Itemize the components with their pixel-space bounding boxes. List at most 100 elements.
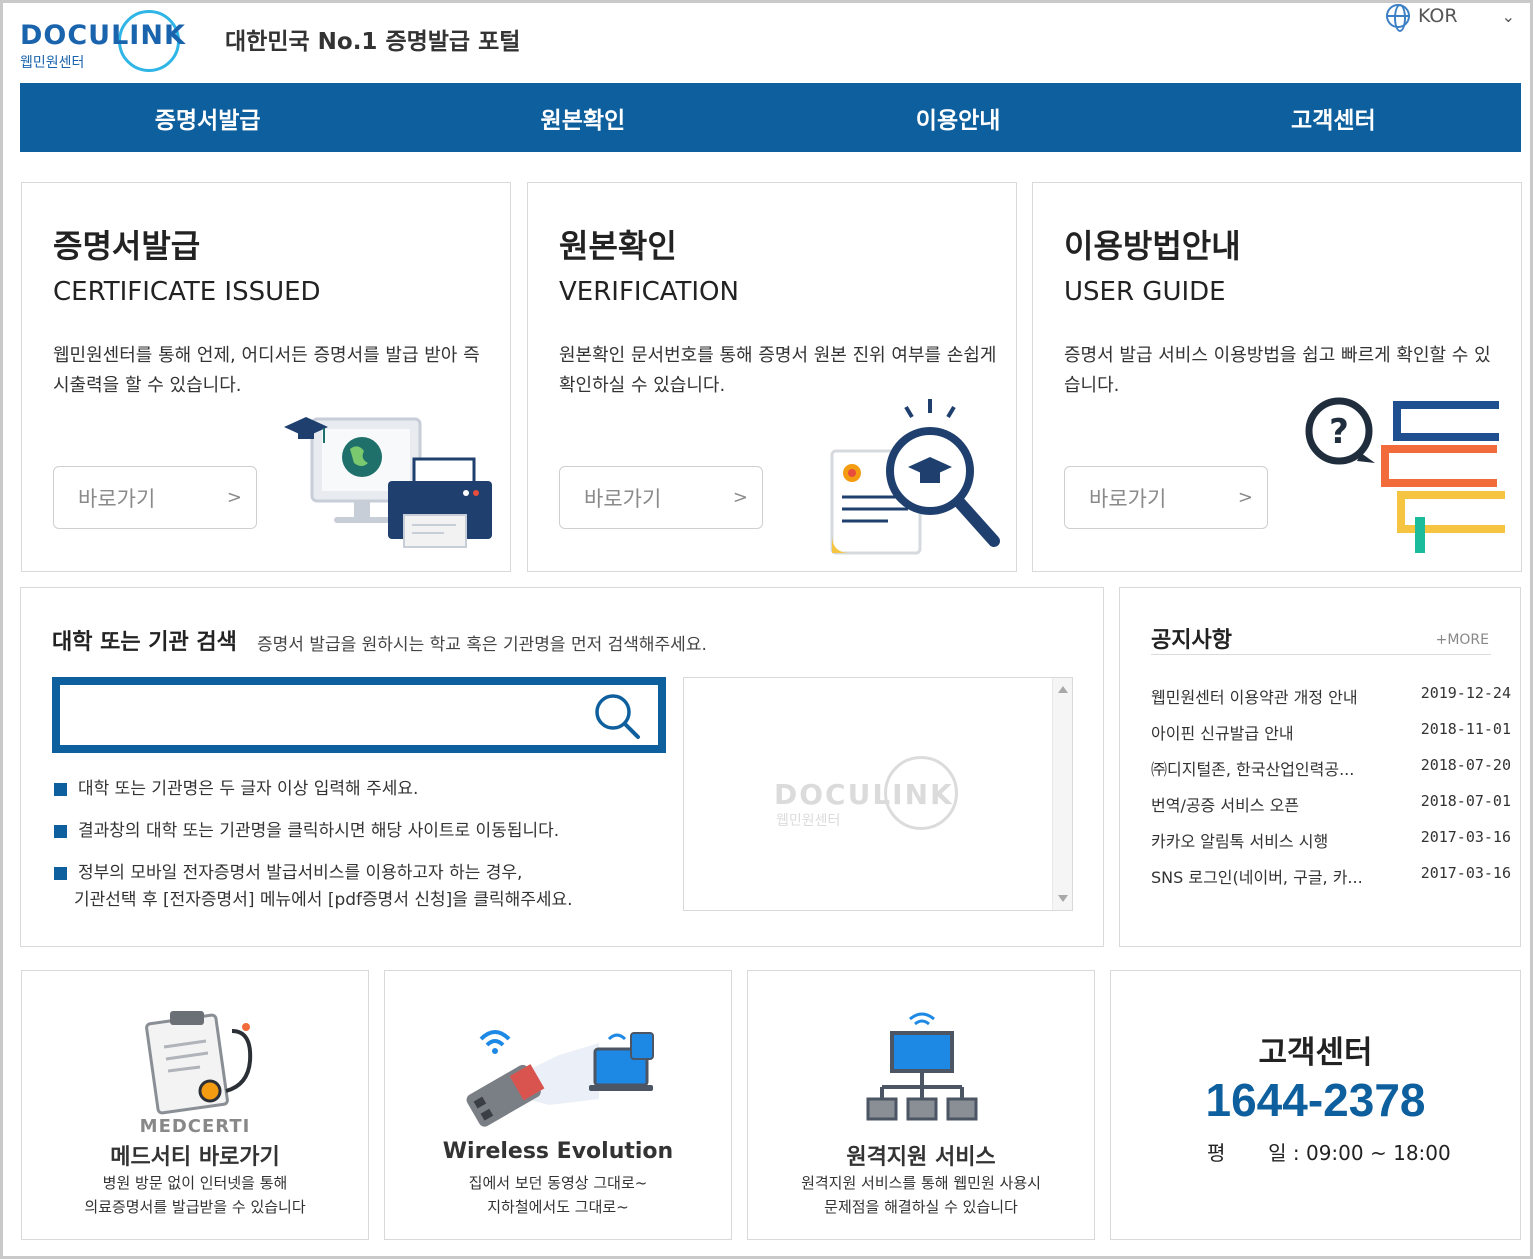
logo-text: DOCULINK — [20, 20, 186, 51]
notice-item[interactable]: ㈜디지털존, 한국산업인력공... 2018-07-20 — [1151, 756, 1511, 792]
chevron-right-icon: > — [226, 487, 242, 508]
card-verification: 원본확인 VERIFICATION 원본확인 문서번호를 통해 증명서 원본 진… — [527, 182, 1017, 572]
tile-description: 원격지원 서비스를 통해 웹민원 사용시 문제점을 해결하실 수 있습니다 — [748, 1171, 1094, 1219]
hours-label-weekday-1: 평 — [1207, 1141, 1226, 1165]
notice-item-date: 2017-03-16 — [1420, 828, 1511, 846]
nav-item-customer-center[interactable]: 고객센터 — [1146, 83, 1521, 152]
notice-item-title: 웹민원센터 이용약관 개정 안내 — [1151, 688, 1358, 707]
notice-title: 공지사항 — [1151, 628, 1232, 653]
search-results-box[interactable]: DOCULINK 웹민원센터 — [683, 677, 1073, 911]
card-subtitle: VERIFICATION — [559, 277, 739, 307]
doculink-logo[interactable]: DOCULINK 웹민원센터 — [20, 8, 215, 72]
notice-item[interactable]: 번역/공증 서비스 오픈 2018-07-01 — [1151, 792, 1511, 828]
card-description: 증명서 발급 서비스 이용방법을 쉽고 빠르게 확인할 수 있습니다. — [1064, 345, 1491, 396]
notice-item[interactable]: 아이핀 신규발급 안내 2018-11-01 — [1151, 720, 1511, 756]
search-section-title: 대학 또는 기관 검색 — [52, 630, 237, 655]
tile-description: 집에서 보던 동영상 그대로~ 지하철에서도 그대로~ — [385, 1171, 731, 1219]
go-button-label: 바로가기 — [1089, 486, 1167, 511]
tile-desc-line: 지하철에서도 그대로~ — [487, 1198, 629, 1216]
notice-item-date: 2018-11-01 — [1420, 720, 1511, 738]
notice-item[interactable]: SNS 로그인(네이버, 구글, 카... 2017-03-16 — [1151, 864, 1511, 900]
card-go-button[interactable]: 바로가기 > — [559, 466, 763, 529]
language-label: KOR — [1418, 5, 1458, 27]
header: DOCULINK 웹민원센터 대한민국 No.1 증명발급 포털 KOR ⌄ — [20, 0, 1520, 82]
business-hours: 평 일 : 09:00 ~ 18:00 — [1207, 1137, 1451, 1166]
instruction-line: 정부의 모바일 전자증명서 발급서비스를 이용하고자 하는 경우, — [78, 863, 523, 883]
card-go-button[interactable]: 바로가기 > — [53, 466, 257, 529]
wireless-usb-icon — [466, 1030, 654, 1127]
wireless-evolution-tile[interactable]: Wireless Evolution 집에서 보던 동영상 그대로~ 지하철에서… — [384, 970, 732, 1240]
remote-support-tile[interactable]: 원격지원 서비스 원격지원 서비스를 통해 웹민원 사용시 문제점을 해결하실 … — [747, 970, 1095, 1240]
network-computers-icon — [866, 1012, 978, 1121]
search-input[interactable] — [66, 691, 586, 739]
institution-search-section: 대학 또는 기관 검색 증명서 발급을 원하시는 학교 혹은 기관명을 먼저 검… — [20, 587, 1104, 947]
site-tagline: 대한민국 No.1 증명발급 포털 — [225, 29, 521, 55]
tile-title: 메드서티 바로가기 — [110, 1145, 280, 1170]
instruction-line: 기관선택 후 [전자증명서] 메뉴에서 [pdf증명서 신청]을 클릭해주세요. — [74, 890, 573, 910]
results-scrollbar[interactable] — [1052, 678, 1072, 910]
customer-center-title: 고객센터 — [1258, 1035, 1373, 1071]
watermark-text: DOCULINK — [774, 778, 954, 811]
medcerti-tile[interactable]: MEDCERTI 메드서티 바로가기 병원 방문 없이 인터넷을 통해 의료증명… — [21, 970, 369, 1240]
computer-printer-illustration — [284, 417, 492, 548]
notice-list: 웹민원센터 이용약관 개정 안내 2019-12-24 아이핀 신규발급 안내 20… — [1151, 684, 1511, 900]
search-input-wrapper — [52, 677, 666, 753]
card-certificate: 증명서발급 CERTIFICATE ISSUED 웹민원센터를 통해 언제, 어… — [21, 182, 511, 572]
customer-center-tile: 고객센터 1644-2378 평 일 : 09:00 ~ 18:00 — [1110, 970, 1521, 1240]
instruction-item: 결과창의 대학 또는 기관명을 클릭하시면 해당 사이트로 이동됩니다. — [52, 818, 672, 845]
notice-divider — [1151, 654, 1491, 655]
search-section-subtitle: 증명서 발급을 원하시는 학교 혹은 기관명을 먼저 검색해주세요. — [257, 635, 707, 655]
medcerti-brand: MEDCERTI — [139, 1116, 251, 1137]
notice-item-date: 2019-12-24 — [1420, 684, 1511, 702]
svg-text:?: ? — [1329, 412, 1349, 452]
notice-item-title: ㈜디지털존, 한국산업인력공... — [1151, 760, 1355, 779]
magnifier-certificate-illustration — [830, 399, 1000, 555]
card-title: 원본확인 — [559, 227, 677, 265]
nav-item-certificate[interactable]: 증명서발급 — [20, 83, 395, 152]
tile-desc-line: 의료증명서를 발급받을 수 있습니다 — [84, 1198, 306, 1216]
notice-item-date: 2018-07-20 — [1420, 756, 1511, 774]
chevron-right-icon: > — [732, 487, 748, 508]
card-description: 웹민원센터를 통해 언제, 어디서든 증명서를 발급 받아 즉시출력을 할 수 … — [53, 345, 480, 396]
nav-item-guide[interactable]: 이용안내 — [771, 83, 1146, 152]
card-subtitle: USER GUIDE — [1064, 277, 1226, 307]
instruction-item: 대학 또는 기관명은 두 글자 이상 입력해 주세요. — [52, 776, 672, 803]
customer-center-phone[interactable]: 1644-2378 — [1111, 1073, 1520, 1127]
doculink-watermark: DOCULINK 웹민원센터 — [774, 756, 984, 832]
tile-title: 원격지원 서비스 — [846, 1145, 996, 1170]
globe-icon — [1386, 4, 1410, 32]
notice-item[interactable]: 웹민원센터 이용약관 개정 안내 2019-12-24 — [1151, 684, 1511, 720]
notice-item-date: 2017-03-16 — [1420, 864, 1511, 882]
nav-item-verification[interactable]: 원본확인 — [395, 83, 770, 152]
logo-subtitle: 웹민원센터 — [20, 55, 85, 71]
scroll-up-icon[interactable] — [1058, 686, 1068, 693]
go-button-label: 바로가기 — [584, 486, 662, 511]
clipboard-stethoscope-icon — [145, 1011, 253, 1115]
scroll-down-icon[interactable] — [1058, 895, 1068, 902]
books-question-illustration: ? — [1305, 397, 1505, 553]
search-instructions: 대학 또는 기관명은 두 글자 이상 입력해 주세요. 결과창의 대학 또는 기… — [52, 776, 672, 914]
instruction-item: 정부의 모바일 전자증명서 발급서비스를 이용하고자 하는 경우, 기관선택 후… — [52, 860, 672, 914]
search-icon[interactable] — [592, 691, 642, 741]
tile-title: Wireless Evolution — [442, 1139, 674, 1164]
go-button-label: 바로가기 — [78, 486, 156, 511]
notice-more-link[interactable]: +MORE — [1436, 632, 1489, 648]
tile-desc-line: 문제점을 해결하실 수 있습니다 — [824, 1198, 1018, 1216]
card-description: 원본확인 문서번호를 통해 증명서 원본 진위 여부를 손쉽게 확인하실 수 있… — [559, 345, 997, 396]
language-selector[interactable]: KOR ⌄ — [1386, 2, 1516, 32]
card-go-button[interactable]: 바로가기 > — [1064, 466, 1268, 529]
hours-value: : 09:00 ~ 18:00 — [1292, 1141, 1451, 1165]
hours-label-weekday-2: 일 — [1268, 1141, 1287, 1165]
notice-item-title: SNS 로그인(네이버, 구글, 카... — [1151, 868, 1363, 887]
notice-item-date: 2018-07-01 — [1420, 792, 1511, 810]
notice-item[interactable]: 카카오 알림톡 서비스 시행 2017-03-16 — [1151, 828, 1511, 864]
chevron-right-icon: > — [1237, 487, 1253, 508]
notice-item-title: 카카오 알림톡 서비스 시행 — [1151, 832, 1329, 851]
card-title: 증명서발급 — [53, 227, 201, 265]
card-subtitle: CERTIFICATE ISSUED — [53, 277, 321, 307]
notice-panel: 공지사항 +MORE 웹민원센터 이용약관 개정 안내 2019-12-24 아이… — [1119, 587, 1521, 947]
notice-item-title: 아이핀 신규발급 안내 — [1151, 724, 1294, 743]
chevron-down-icon: ⌄ — [1501, 6, 1515, 26]
main-nav: 증명서발급 원본확인 이용안내 고객센터 — [20, 83, 1521, 152]
notice-item-title: 번역/공증 서비스 오픈 — [1151, 796, 1300, 815]
